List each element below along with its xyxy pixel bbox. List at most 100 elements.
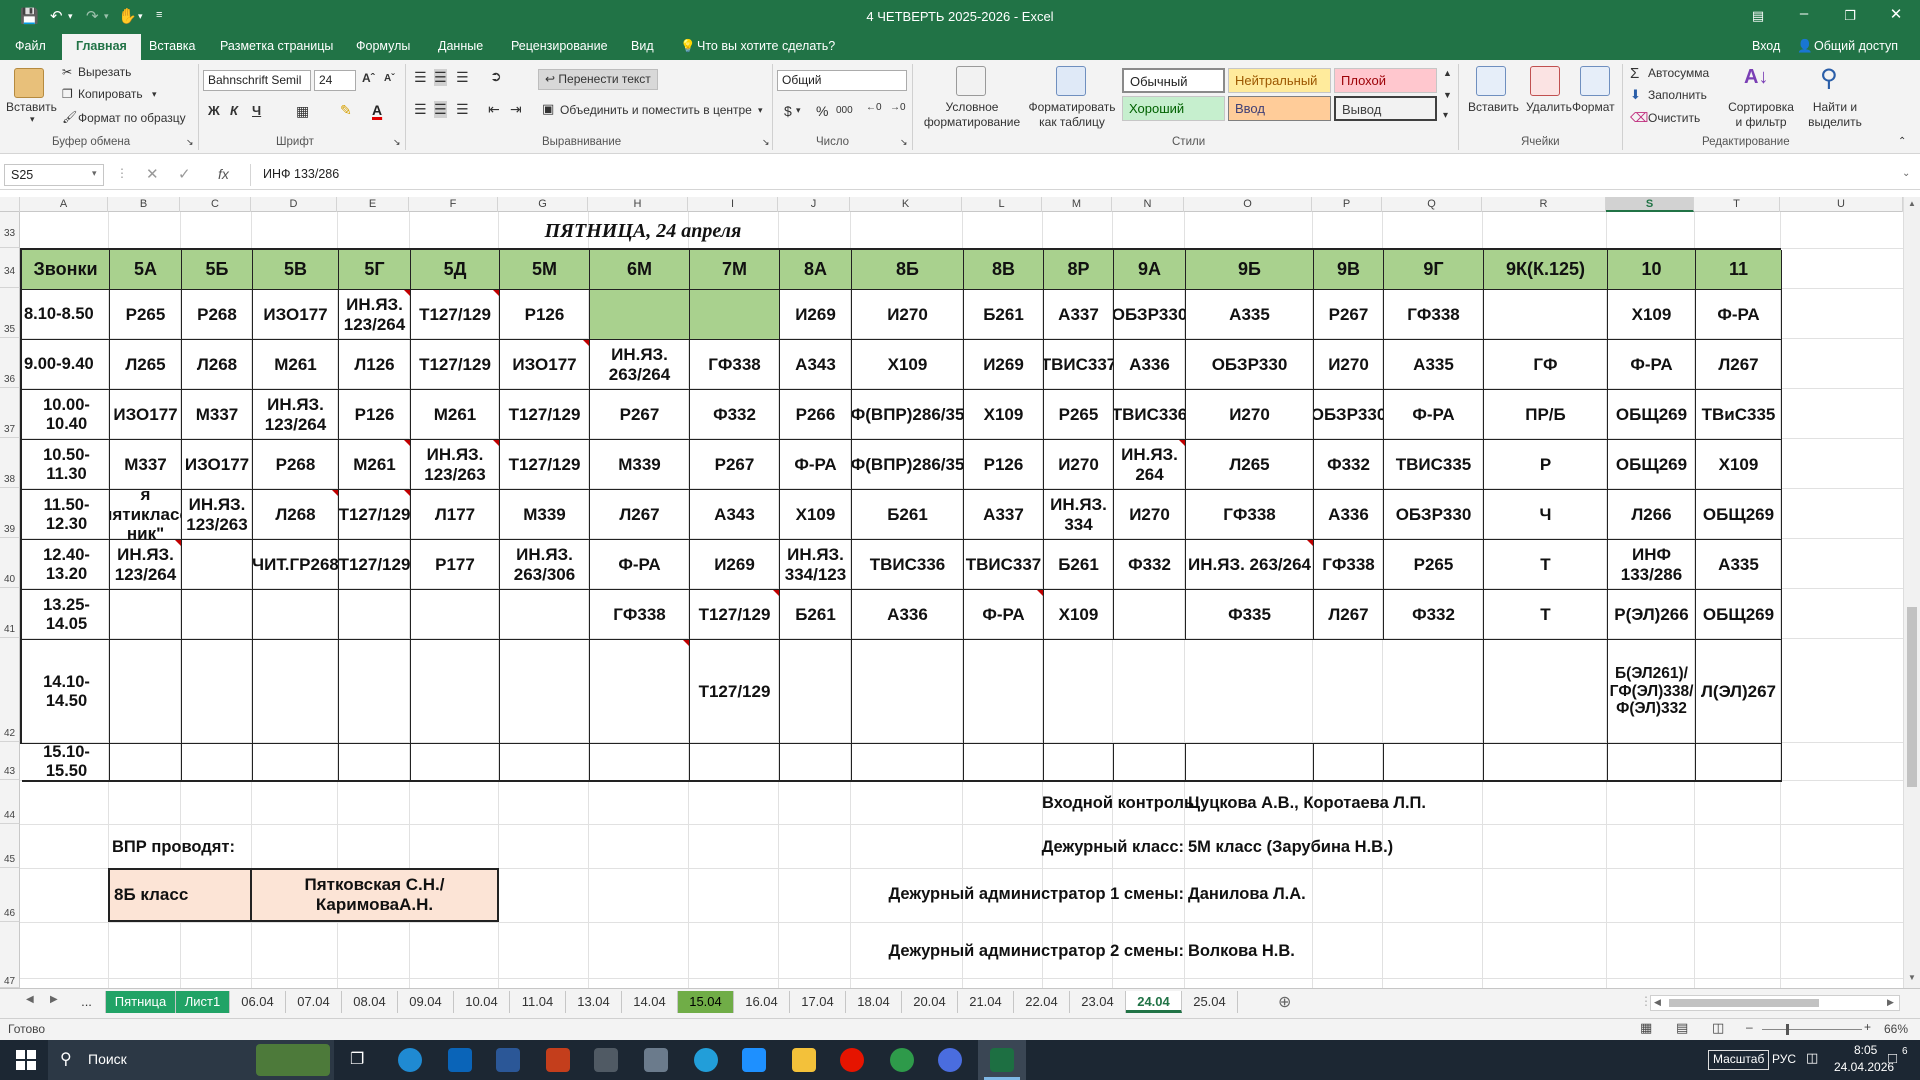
column-header[interactable]: K	[850, 197, 962, 212]
lesson-cell[interactable]: Р126	[500, 290, 590, 340]
row-header[interactable]: 37	[0, 388, 20, 438]
style-good[interactable]: Хороший	[1122, 96, 1225, 121]
lesson-cell[interactable]	[339, 590, 411, 640]
lesson-cell[interactable]: И269	[690, 540, 780, 590]
header-cell[interactable]: 9Б	[1186, 250, 1314, 290]
lesson-cell[interactable]: ГФ(ВПР)286/355	[852, 440, 964, 490]
minimize-button[interactable]: –	[1784, 5, 1824, 22]
decrease-indent-icon[interactable]: ⇤	[488, 101, 500, 118]
lesson-cell[interactable]: Т127/129	[690, 640, 780, 744]
lesson-cell[interactable]	[253, 744, 339, 782]
sheet-tab[interactable]: 17.04	[790, 991, 846, 1013]
paste-icon[interactable]	[14, 68, 44, 98]
horizontal-scrollbar[interactable]: ◀ ▶	[1650, 995, 1900, 1011]
sheet-tab[interactable]: 10.04	[454, 991, 510, 1013]
lesson-cell[interactable]: Р265	[1044, 390, 1114, 440]
lesson-cell[interactable]	[1044, 744, 1114, 782]
lesson-cell[interactable]	[500, 640, 590, 744]
sheet-tab[interactable]: 22.04	[1014, 991, 1070, 1013]
copy-icon[interactable]: ❐	[62, 87, 73, 101]
lesson-cell[interactable]: Ф-РА	[590, 540, 690, 590]
yandex-browser-icon[interactable]	[840, 1048, 864, 1072]
find-select-button[interactable]: Найти и выделить	[1800, 100, 1870, 130]
lesson-cell[interactable]: ИН.ЯЗ. 264	[1114, 440, 1186, 490]
taskbar-search-box[interactable]: ⚲ Поиск	[48, 1040, 334, 1080]
lesson-cell[interactable]: ИН.ЯЗ. 123/263	[411, 440, 500, 490]
lesson-cell[interactable]: ОБЗР330	[1114, 290, 1186, 340]
tab-file[interactable]: Файл	[15, 39, 46, 53]
lesson-cell[interactable]: А336	[1314, 490, 1384, 540]
comment-indicator[interactable]	[175, 540, 181, 546]
clipboard-launcher-icon[interactable]: ↘	[186, 137, 194, 148]
column-header[interactable]: B	[108, 197, 180, 212]
style-output[interactable]: Вывод	[1334, 96, 1437, 121]
header-cell[interactable]: 7М	[690, 250, 780, 290]
new-sheet-icon[interactable]: ⊕	[1278, 992, 1291, 1012]
header-cell[interactable]: 5Б	[182, 250, 253, 290]
lesson-cell[interactable]: И269	[964, 340, 1044, 390]
column-header[interactable]: Q	[1382, 197, 1482, 212]
tab-insert[interactable]: Вставка	[149, 39, 195, 53]
align-top-icon[interactable]: ☰	[414, 69, 427, 86]
orientation-icon[interactable]: ➲	[490, 68, 502, 85]
copy-dropdown-icon[interactable]: ▾	[152, 89, 157, 100]
copy-button[interactable]: Копировать	[78, 87, 143, 101]
lesson-cell[interactable]: Ф-РА	[1384, 390, 1484, 440]
time-cell[interactable]: 9.00-9.40	[22, 340, 110, 390]
delete-cells-icon[interactable]	[1530, 66, 1560, 96]
vertical-scrollbar[interactable]: ▲ ▼	[1903, 197, 1920, 988]
column-header[interactable]: H	[588, 197, 688, 212]
lesson-cell[interactable]: ЧИТ.ГР268	[253, 540, 339, 590]
sheet-tab[interactable]: 11.04	[510, 991, 566, 1013]
zoom-out-icon[interactable]: –	[1746, 1020, 1753, 1034]
font-size-combo[interactable]: 24	[314, 70, 356, 91]
scroll-down-icon[interactable]: ▼	[1908, 973, 1916, 982]
styles-scroll-up-icon[interactable]: ▲	[1443, 68, 1452, 78]
row-header[interactable]: 33	[0, 212, 20, 248]
lesson-cell[interactable]: ГФ338	[690, 340, 780, 390]
lesson-cell[interactable]: ПР/Б	[1484, 390, 1608, 440]
lesson-cell[interactable]	[1314, 744, 1384, 782]
sheet-tab[interactable]: 23.04	[1070, 991, 1126, 1013]
lesson-cell[interactable]: Т127/129	[339, 490, 411, 540]
vpr-teachers-cell[interactable]: Пятковская С.Н./КаримоваА.Н.	[250, 868, 499, 922]
lesson-cell[interactable]: ИЗО177	[182, 440, 253, 490]
comment-indicator[interactable]	[493, 440, 499, 446]
worksheet-grid[interactable]: 33 34 35 36 37 38 39 40 41 42 43 44 45 4…	[0, 212, 1903, 988]
sheet-tab[interactable]: 25.04	[1182, 991, 1238, 1013]
horizontal-scroll-thumb[interactable]	[1669, 999, 1819, 1007]
align-bottom-icon[interactable]: ☰	[456, 69, 469, 86]
telegram-icon[interactable]	[694, 1048, 718, 1072]
lesson-cell[interactable]: Т	[1484, 540, 1608, 590]
lesson-cell[interactable]: Л265	[1186, 440, 1314, 490]
style-normal[interactable]: Обычный	[1122, 68, 1225, 93]
chrome-icon[interactable]	[890, 1048, 914, 1072]
number-format-combo[interactable]: Общий	[777, 70, 907, 91]
lesson-cell[interactable]: Т127/129	[411, 290, 500, 340]
column-header[interactable]: N	[1112, 197, 1184, 212]
align-middle-icon[interactable]: ☰	[434, 69, 447, 86]
formula-input[interactable]: ИНФ 133/286	[250, 164, 1900, 186]
lesson-cell[interactable]: Р267	[590, 390, 690, 440]
lesson-cell[interactable]: ГФ338	[1314, 540, 1384, 590]
sheet-tab[interactable]: 06.04	[230, 991, 286, 1013]
grow-font-icon[interactable]: Aˆ	[362, 71, 375, 85]
bold-icon[interactable]: Ж	[208, 103, 220, 118]
lesson-cell[interactable]: М261	[411, 390, 500, 440]
lesson-cell[interactable]	[1114, 744, 1186, 782]
tab-page-layout[interactable]: Разметка страницы	[220, 39, 333, 53]
align-center-icon[interactable]: ☰	[434, 101, 447, 118]
format-painter-button[interactable]: Формат по образцу	[78, 111, 186, 125]
header-cell[interactable]: 5Д	[411, 250, 500, 290]
styles-scroll-down-icon[interactable]: ▼	[1443, 90, 1452, 100]
page-layout-view-icon[interactable]: ▤	[1676, 1020, 1688, 1036]
lesson-cell[interactable]	[690, 744, 780, 782]
lesson-cell[interactable]: Т127/129	[500, 390, 590, 440]
file-explorer-icon[interactable]	[792, 1048, 816, 1072]
borders-icon[interactable]: ▦	[296, 103, 309, 120]
lesson-cell[interactable]	[110, 590, 182, 640]
comment-indicator[interactable]	[404, 440, 410, 446]
lesson-cell[interactable]: М337	[110, 440, 182, 490]
lesson-cell[interactable]: ОБЩ269	[1696, 590, 1782, 640]
time-cell[interactable]: 12.40-13.20	[22, 540, 110, 590]
